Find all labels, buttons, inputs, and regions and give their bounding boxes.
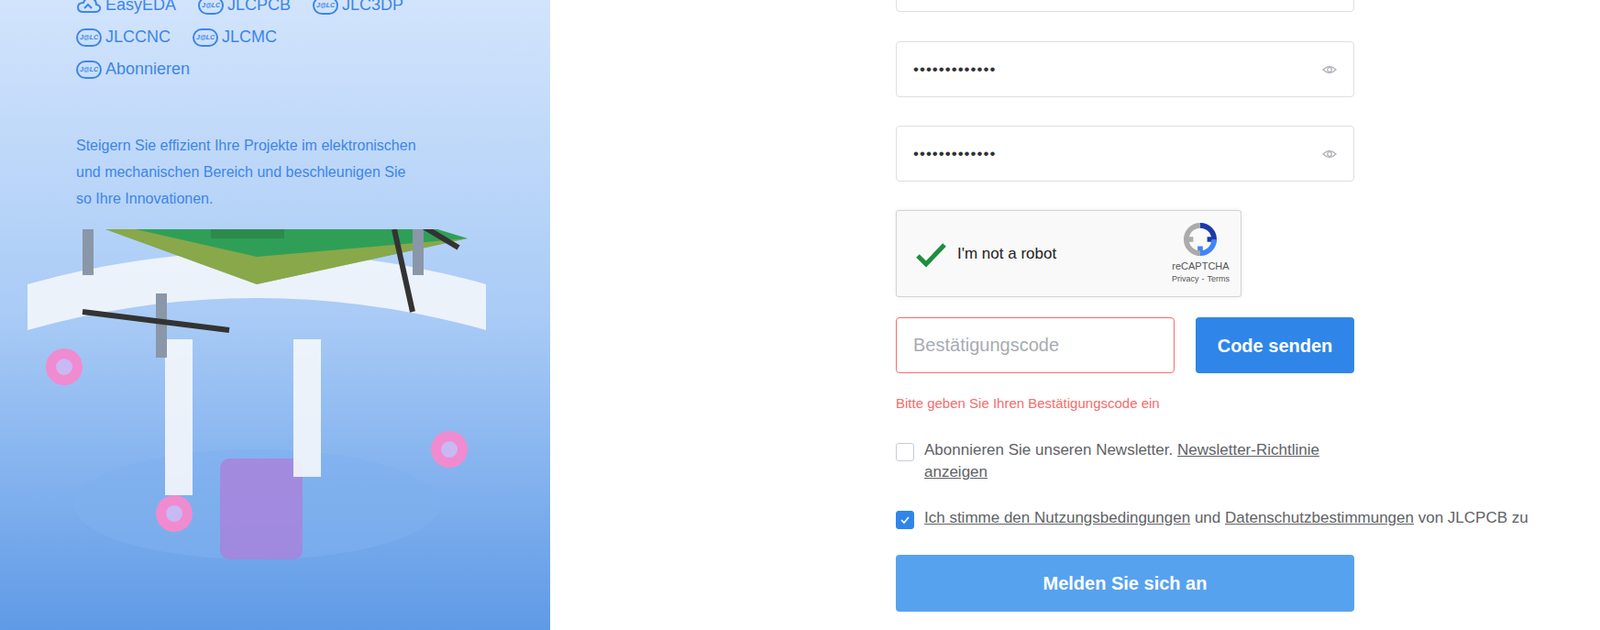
terms-and: und [1194,508,1221,527]
password-value: ••••••••••••• [913,57,1323,82]
jlc-logo-icon: J@LC [198,0,224,15]
product-link[interactable]: J@LCJLCMC [192,24,277,50]
check-icon [915,239,949,269]
code-input[interactable] [895,317,1175,374]
product-link[interactable]: J@LCJLCPCB [198,0,291,18]
link-row: J@LCAbonnieren [76,56,551,82]
link-label: JLCCNC [105,24,171,50]
password-field[interactable]: ••••••••••••• [895,41,1355,98]
product-links: EasyEDAJ@LCJLCPCBJ@LCJLC3DPJ@LCJLCCNCJ@L… [0,0,551,82]
code-row: Code senden [895,317,1355,374]
product-link[interactable]: J@LCJLC3DP [312,0,404,18]
privacy-policy-link[interactable]: Datenschutzbestimmungen [1224,508,1414,527]
sign-in-button[interactable]: Melden Sie sich an [895,554,1355,612]
recaptcha-brand-text: reCAPTCHA [1171,258,1229,275]
recaptcha-logo-icon [1182,221,1218,257]
password-value: ••••••••••••• [913,142,1323,166]
register-form-area: ••••••••••••• ••••••••••••• I'm not a rob… [550,0,1600,630]
terms-link[interactable]: Terms [1207,273,1231,287]
tagline: Steigern Sie effizient Ihre Projekte im … [76,132,420,212]
newsletter-text: Abonnieren Sie unseren Newsletter. [924,441,1173,459]
link-label: JLCPCB [227,0,291,18]
link-label: JLCMC [221,24,277,50]
newsletter-label: Abonnieren Sie unseren Newsletter. Newsl… [924,439,1355,484]
recaptcha: I'm not a robotreCAPTCHAPrivacy-Terms [895,209,1242,298]
recaptcha-brand: reCAPTCHAPrivacy-Terms [1171,221,1230,287]
jlc-logo-icon: J@LC [192,28,219,47]
register-form: ••••••••••••• ••••••••••••• I'm not a rob… [895,0,1355,612]
terms-suffix: von JLCPCB zu [1418,508,1529,527]
link-label: JLC3DP [342,0,404,18]
link-row: J@LCJLCCNCJ@LCJLCMC [76,24,551,50]
error-message: Bitte geben Sie Ihren Bestätigungscode e… [895,395,1355,412]
separator: - [1202,273,1205,287]
jlc-logo-icon: J@LC [312,0,339,15]
email-field[interactable] [895,0,1355,12]
product-link[interactable]: J@LCAbonnieren [76,56,190,82]
password-field[interactable]: ••••••••••••• [895,125,1355,182]
tick-icon [899,514,911,526]
cloud-icon [76,0,102,16]
link-label: EasyEDA [105,0,177,18]
link-label: Abonnieren [105,56,190,82]
jlc-logo-icon: J@LC [76,28,102,47]
eye-icon [1322,146,1337,162]
terms-option[interactable]: Ich stimme den Nutzungsbedingungen und D… [895,507,1355,530]
privacy-link[interactable]: Privacy [1171,273,1200,287]
promo-panel: EasyEDAJ@LCJLCPCBJ@LCJLC3DPJ@LCJLCCNCJ@L… [0,0,551,630]
eye-icon [1322,62,1337,78]
newsletter-option[interactable]: Abonnieren Sie unseren Newsletter. Newsl… [895,439,1355,484]
terms-of-use-link[interactable]: Ich stimme den Nutzungsbedingungen [924,508,1191,527]
recaptcha-links: Privacy-Terms [1171,273,1230,287]
recaptcha-checkbox[interactable] [915,237,949,271]
checkbox[interactable] [895,510,915,530]
terms-label: Ich stimme den Nutzungsbedingungen und D… [924,507,1529,530]
drone-image [27,229,523,615]
send-code-button[interactable]: Code senden [1195,317,1355,374]
recaptcha-label: I'm not a robot [957,242,1172,266]
product-link[interactable]: EasyEDA [76,0,177,18]
link-row: EasyEDAJ@LCJLCPCBJ@LCJLC3DP [76,0,551,18]
checkbox[interactable] [895,442,915,462]
jlc-logo-icon: J@LC [76,60,102,79]
product-link[interactable]: J@LCJLCCNC [76,24,171,50]
